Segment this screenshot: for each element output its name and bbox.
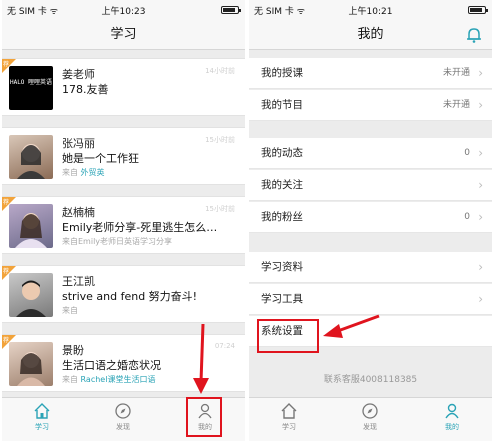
nav-title: 学习	[2, 20, 245, 50]
row-my-following[interactable]: 我的关注 ›	[249, 170, 492, 201]
right-screen: 无 SIM 卡 ᯤ 上午10:21 我的 我的授课 未开通 › 我的节目 未开通 › 我…	[249, 0, 492, 441]
highlight-box	[257, 319, 319, 353]
recommend-badge: 荐	[2, 266, 16, 280]
left-screen: 无 SIM 卡 ᯤ 上午10:23 学习 HALO 哩哩英语 荐 姜老师 178…	[2, 0, 245, 441]
home-icon	[281, 403, 297, 419]
feed-item[interactable]: 荐 赵楠楠 Emily老师分享-死里逃生怎么… 来自Emily老师日英语学习分享…	[2, 196, 245, 254]
page-title: 我的	[357, 27, 384, 42]
row-study-tools[interactable]: 学习工具 ›	[249, 284, 492, 315]
red-arrow	[193, 323, 209, 394]
chevron-right-icon: ›	[478, 98, 483, 112]
feed-item[interactable]: 荐 王江凯 strive and fend 努力奋斗! 来自	[2, 265, 245, 323]
row-my-programs[interactable]: 我的节目 未开通 ›	[249, 90, 492, 121]
item-source: 来自 Rachel课堂生活口语	[62, 375, 156, 384]
item-name: 王江凯	[62, 275, 95, 288]
battery-icon	[468, 6, 488, 14]
highlight-box	[186, 397, 222, 437]
status-time: 上午10:21	[348, 7, 393, 17]
item-source: 来自 外贸英	[62, 168, 105, 177]
tab-label: 学习	[35, 423, 49, 431]
item-time: 14小时前	[205, 67, 235, 75]
tab-study[interactable]: 学习	[22, 402, 62, 438]
compass-icon	[362, 403, 378, 419]
feed-item[interactable]: HALO 哩哩英语 荐 姜老师 178.友善 14小时前	[2, 58, 245, 116]
chevron-right-icon: ›	[478, 178, 483, 192]
status-time: 上午10:23	[101, 7, 146, 17]
item-message: 178.友善	[62, 83, 109, 96]
item-source: 来自	[62, 306, 78, 315]
row-my-fans[interactable]: 我的粉丝 0 ›	[249, 202, 492, 233]
person-icon	[445, 403, 459, 419]
item-name: 姜老师	[62, 68, 95, 81]
recommend-badge: 荐	[2, 59, 16, 73]
status-bar: 无 SIM 卡 ᯤ 上午10:23	[2, 0, 245, 20]
item-time: 15小时前	[205, 205, 235, 213]
recommend-badge: 荐	[2, 197, 16, 211]
row-study-materials[interactable]: 学习资料 ›	[249, 252, 492, 283]
battery-icon	[221, 6, 241, 14]
nav-title: 我的	[249, 20, 492, 50]
feed-item[interactable]: 张冯丽 她是一个工作狂 来自 外贸英 15小时前	[2, 127, 245, 185]
tab-mine[interactable]: 我的	[432, 402, 472, 438]
item-name: 景盼	[62, 344, 84, 357]
status-bar: 无 SIM 卡 ᯤ 上午10:21	[249, 0, 492, 20]
chevron-right-icon: ›	[478, 66, 483, 80]
compass-icon	[115, 403, 131, 419]
contact-service-text[interactable]: 联系客服4008118385	[249, 372, 492, 385]
item-message: Emily老师分享-死里逃生怎么…	[62, 221, 218, 234]
item-message: strive and fend 努力奋斗!	[62, 290, 198, 303]
avatar	[9, 135, 53, 179]
tab-study[interactable]: 学习	[269, 402, 309, 438]
recommend-badge: 荐	[2, 335, 16, 349]
chevron-right-icon: ›	[478, 146, 483, 160]
chevron-right-icon: ›	[478, 210, 483, 224]
item-message: 生活口语之婚恋状况	[62, 359, 161, 372]
tab-discover[interactable]: 发现	[103, 402, 143, 438]
item-message: 她是一个工作狂	[62, 152, 139, 165]
chevron-right-icon: ›	[478, 260, 483, 274]
home-icon	[34, 403, 50, 419]
tab-discover[interactable]: 发现	[350, 402, 390, 438]
item-time: 15小时前	[205, 136, 235, 144]
tab-bar: 学习 发现 我的	[249, 397, 492, 441]
red-arrow	[323, 314, 380, 338]
item-name: 张冯丽	[62, 137, 95, 150]
tab-label: 发现	[363, 423, 377, 431]
row-my-lessons[interactable]: 我的授课 未开通 ›	[249, 58, 492, 89]
item-name: 赵楠楠	[62, 206, 95, 219]
chevron-right-icon: ›	[478, 292, 483, 306]
tab-label: 发现	[116, 423, 130, 431]
item-time: 07:24	[214, 342, 235, 350]
row-my-activity[interactable]: 我的动态 0 ›	[249, 138, 492, 169]
item-source: 来自Emily老师日英语学习分享	[62, 237, 173, 246]
tab-label: 学习	[282, 423, 296, 431]
bell-icon[interactable]	[465, 26, 483, 44]
tab-label: 我的	[445, 423, 459, 431]
